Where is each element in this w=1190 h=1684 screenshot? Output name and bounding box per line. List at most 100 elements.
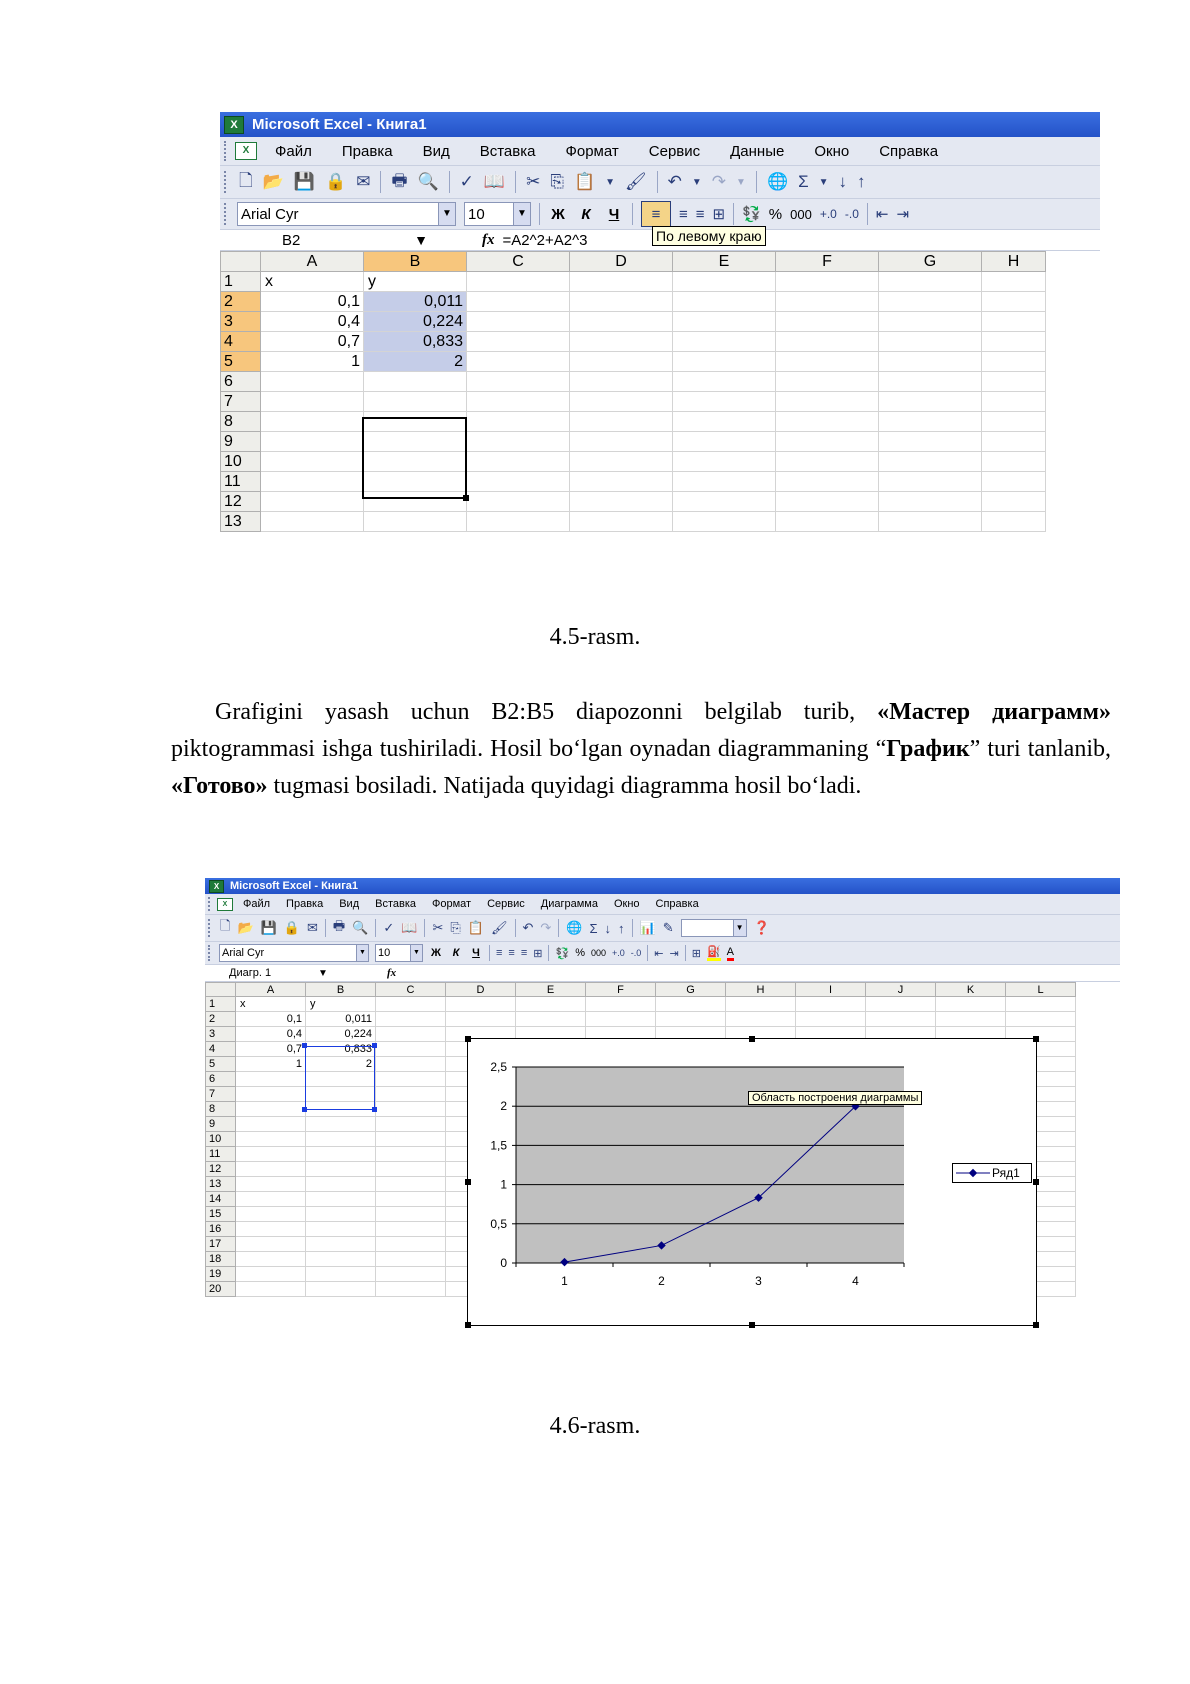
- chart-resize-handle[interactable]: [465, 1179, 471, 1185]
- worksheet-cell[interactable]: [466, 271, 570, 292]
- worksheet-cell[interactable]: [363, 391, 467, 412]
- menu-tools[interactable]: Сервис: [649, 143, 700, 160]
- worksheet-cell[interactable]: [305, 1191, 376, 1207]
- chevron-down-icon[interactable]: ▼: [356, 945, 368, 961]
- worksheet-cell[interactable]: [305, 1176, 376, 1192]
- row-header[interactable]: 10: [220, 451, 261, 472]
- worksheet-cell[interactable]: [672, 431, 776, 452]
- worksheet-cell[interactable]: [672, 411, 776, 432]
- worksheet-cell[interactable]: [515, 1011, 586, 1027]
- worksheet-cell[interactable]: [260, 411, 364, 432]
- worksheet-cell[interactable]: [363, 371, 467, 392]
- worksheet-cell[interactable]: [375, 996, 446, 1012]
- hyperlink-icon[interactable]: 🌐: [566, 920, 582, 936]
- copy-icon[interactable]: ⎘: [550, 172, 564, 192]
- row-header[interactable]: 1: [220, 271, 261, 292]
- paste-dropdown-icon[interactable]: ▼: [605, 177, 615, 188]
- worksheet-cell[interactable]: [375, 1161, 446, 1177]
- name-box[interactable]: B2: [220, 231, 396, 249]
- italic-button[interactable]: К: [449, 947, 463, 959]
- worksheet-cell[interactable]: 1: [235, 1056, 306, 1072]
- worksheet-cell[interactable]: [445, 1011, 516, 1027]
- worksheet-cell[interactable]: [585, 1011, 656, 1027]
- worksheet-cell[interactable]: [981, 451, 1046, 472]
- worksheet-cell[interactable]: 0,1: [235, 1011, 306, 1027]
- worksheet-cell[interactable]: [981, 391, 1046, 412]
- worksheet-cell[interactable]: [375, 1086, 446, 1102]
- worksheet-cell[interactable]: [466, 291, 570, 312]
- menu-insert[interactable]: Вставка: [375, 898, 416, 910]
- row-header[interactable]: 8: [220, 411, 261, 432]
- worksheet-cell[interactable]: [260, 391, 364, 412]
- row-header[interactable]: 8: [205, 1101, 236, 1117]
- redo-icon[interactable]: ↷: [540, 920, 551, 936]
- row-header[interactable]: 17: [205, 1236, 236, 1252]
- row-header[interactable]: 3: [220, 311, 261, 332]
- print-preview-icon[interactable]: 🔍: [352, 920, 368, 936]
- row-header[interactable]: 19: [205, 1266, 236, 1282]
- italic-button[interactable]: К: [576, 206, 596, 223]
- currency-icon[interactable]: 💱: [555, 947, 569, 960]
- worksheet-cell[interactable]: [260, 491, 364, 512]
- chart-area[interactable]: 0 0,5 1 1,5 2 2,5 1 2 3 4 Ряд1 Область построения…: [465, 1036, 1039, 1328]
- font-color-icon[interactable]: A: [726, 946, 734, 961]
- worksheet-cell[interactable]: [865, 1011, 936, 1027]
- worksheet-cell[interactable]: 0,4: [260, 311, 364, 332]
- worksheet-cell[interactable]: [375, 1011, 446, 1027]
- worksheet-cell[interactable]: [1005, 1011, 1076, 1027]
- worksheet-cell[interactable]: [363, 431, 467, 452]
- worksheet-cell[interactable]: [935, 1011, 1006, 1027]
- column-header[interactable]: C: [466, 251, 570, 272]
- column-header[interactable]: A: [235, 982, 306, 997]
- spelling-icon[interactable]: ✓: [460, 172, 474, 192]
- save-icon[interactable]: 💾: [261, 920, 277, 936]
- permission-icon[interactable]: 🔒: [284, 920, 300, 936]
- chart-resize-handle[interactable]: [749, 1036, 755, 1042]
- zoom-combo[interactable]: ▼: [680, 919, 747, 937]
- worksheet-cell[interactable]: [260, 471, 364, 492]
- email-icon[interactable]: ✉: [307, 920, 318, 936]
- drawing-icon[interactable]: ✎: [663, 920, 674, 936]
- worksheet-cell[interactable]: 0,7: [235, 1041, 306, 1057]
- sort-ascending-icon[interactable]: ↓: [605, 921, 612, 936]
- menu-edit[interactable]: Правка: [286, 898, 323, 910]
- worksheet-cell[interactable]: [878, 311, 982, 332]
- autosum-icon[interactable]: Σ: [590, 921, 598, 936]
- worksheet-cell[interactable]: [935, 996, 1006, 1012]
- row-header[interactable]: 5: [205, 1056, 236, 1072]
- selection-handle[interactable]: [372, 1043, 377, 1048]
- insert-function-icon[interactable]: fx: [482, 232, 495, 249]
- column-header[interactable]: F: [585, 982, 656, 997]
- research-icon[interactable]: 📖: [484, 172, 505, 192]
- paste-icon[interactable]: 📋: [574, 172, 595, 192]
- font-size-combo[interactable]: 10 ▼: [375, 944, 423, 962]
- new-icon[interactable]: 🗋: [220, 917, 230, 939]
- worksheet-cell[interactable]: [260, 451, 364, 472]
- align-right-icon[interactable]: ≡: [696, 206, 705, 223]
- row-header[interactable]: 2: [220, 291, 261, 312]
- worksheet-cell[interactable]: [981, 471, 1046, 492]
- worksheet-cell[interactable]: [878, 271, 982, 292]
- row-header[interactable]: 7: [220, 391, 261, 412]
- worksheet-cell[interactable]: [305, 1281, 376, 1297]
- chart-resize-handle[interactable]: [1033, 1036, 1039, 1042]
- worksheet-cell[interactable]: [235, 1101, 306, 1117]
- worksheet-cell[interactable]: [878, 491, 982, 512]
- column-header[interactable]: G: [878, 251, 982, 272]
- workbook-icon[interactable]: X: [235, 142, 257, 160]
- email-icon[interactable]: ✉: [356, 172, 370, 192]
- worksheet-cell[interactable]: y: [363, 271, 467, 292]
- column-header[interactable]: H: [725, 982, 796, 997]
- worksheet-cell[interactable]: [466, 411, 570, 432]
- help-icon[interactable]: ❓: [754, 920, 770, 936]
- worksheet-cell[interactable]: [878, 351, 982, 372]
- worksheet-cell[interactable]: [878, 331, 982, 352]
- worksheet-cell[interactable]: [569, 431, 673, 452]
- worksheet-cell[interactable]: [375, 1146, 446, 1162]
- worksheet-cell[interactable]: [672, 311, 776, 332]
- redo-icon[interactable]: ↷: [712, 172, 726, 192]
- worksheet-cell[interactable]: [672, 271, 776, 292]
- worksheet-cell[interactable]: [569, 371, 673, 392]
- column-header[interactable]: C: [375, 982, 446, 997]
- bold-button[interactable]: Ж: [548, 206, 568, 223]
